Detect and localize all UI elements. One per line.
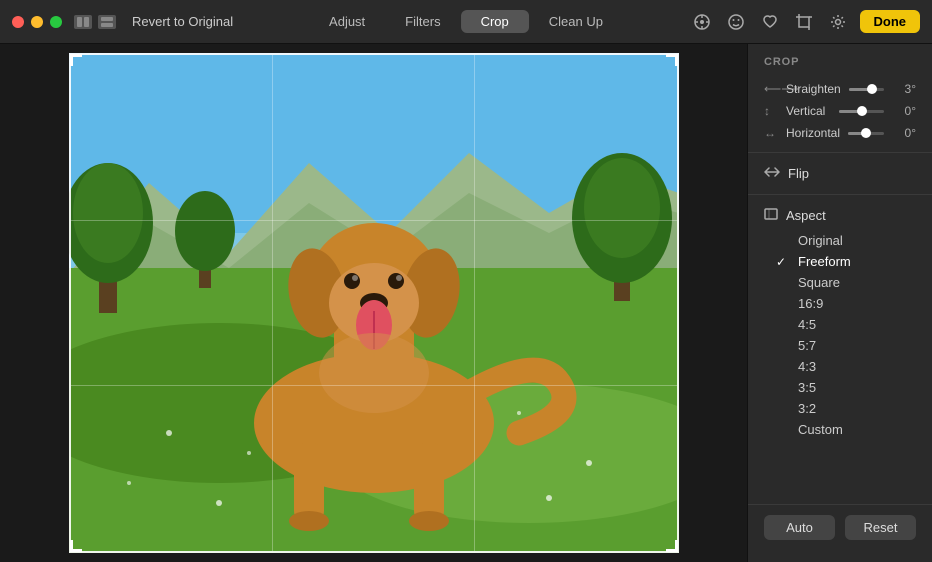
horizontal-row: ↔ Horizontal 0° — [748, 122, 932, 144]
vertical-value: 0° — [892, 104, 916, 118]
panel-bottom: Auto Reset — [748, 504, 932, 550]
reset-button[interactable]: Reset — [845, 515, 916, 540]
tab-cleanup[interactable]: Clean Up — [529, 10, 623, 33]
view-toggle-button[interactable] — [98, 15, 116, 29]
right-panel: CROP ⟵⟶ Straighten 3° ↕ Vertical — [747, 44, 932, 562]
vertical-slider[interactable] — [839, 110, 884, 113]
aspect-item-43[interactable]: 4:3 — [748, 356, 932, 377]
vertical-label: Vertical — [786, 104, 831, 118]
checkmark-35 — [776, 381, 790, 395]
aspect-item-label: 3:2 — [798, 401, 816, 416]
flip-icon — [764, 165, 780, 182]
aspect-item-custom[interactable]: Custom — [748, 419, 932, 440]
straighten-value: 3° — [892, 82, 916, 96]
aspect-item-label: 5:7 — [798, 338, 816, 353]
vertical-icon: ↕ — [764, 104, 778, 118]
vertical-row: ↕ Vertical 0° — [748, 100, 932, 122]
aspect-list: Original ✓ Freeform Square 16:9 4:5 5:7 — [748, 230, 932, 440]
panel-title: CROP — [748, 56, 932, 78]
checkmark-custom — [776, 423, 790, 437]
traffic-lights — [12, 16, 62, 28]
photo-background — [69, 53, 679, 553]
aspect-header[interactable]: Aspect — [748, 203, 932, 230]
checkmark-32 — [776, 402, 790, 416]
maximize-button[interactable] — [50, 16, 62, 28]
aspect-icon — [764, 207, 778, 224]
checkmark-45 — [776, 318, 790, 332]
aspect-item-original[interactable]: Original — [748, 230, 932, 251]
close-button[interactable] — [12, 16, 24, 28]
tab-crop[interactable]: Crop — [461, 10, 529, 33]
crop-icon[interactable] — [792, 10, 816, 34]
checkmark-original — [776, 234, 790, 248]
aspect-item-35[interactable]: 3:5 — [748, 377, 932, 398]
minimize-button[interactable] — [31, 16, 43, 28]
aspect-item-label: Square — [798, 275, 840, 290]
divider-1 — [748, 152, 932, 153]
flip-label: Flip — [788, 166, 809, 181]
checkmark-square — [776, 276, 790, 290]
aspect-item-label: 4:5 — [798, 317, 816, 332]
image-area — [0, 44, 747, 562]
straighten-slider[interactable] — [849, 88, 884, 91]
emoji-icon[interactable] — [724, 10, 748, 34]
horizontal-label: Horizontal — [786, 126, 840, 140]
revert-to-original-button[interactable]: Revert to Original — [132, 14, 233, 29]
main-content: CROP ⟵⟶ Straighten 3° ↕ Vertical — [0, 44, 932, 562]
location-icon[interactable] — [690, 10, 714, 34]
settings-icon[interactable] — [826, 10, 850, 34]
photo-container[interactable] — [69, 53, 679, 553]
titlebar-right: Done — [690, 10, 921, 34]
aspect-label: Aspect — [786, 208, 826, 223]
tab-adjust[interactable]: Adjust — [309, 10, 385, 33]
aspect-item-label: 4:3 — [798, 359, 816, 374]
divider-2 — [748, 194, 932, 195]
nav-tabs: Adjust Filters Crop Clean Up — [309, 10, 623, 33]
aspect-item-32[interactable]: 3:2 — [748, 398, 932, 419]
checkmark-freeform: ✓ — [776, 255, 790, 269]
tab-filters[interactable]: Filters — [385, 10, 460, 33]
horizontal-value: 0° — [892, 126, 916, 140]
horizontal-slider[interactable] — [848, 132, 884, 135]
titlebar: Revert to Original Adjust Filters Crop C… — [0, 0, 932, 44]
auto-button[interactable]: Auto — [764, 515, 835, 540]
sidebar-toggle-button[interactable] — [74, 15, 92, 29]
aspect-item-label: 16:9 — [798, 296, 823, 311]
aspect-item-label: 3:5 — [798, 380, 816, 395]
aspect-item-label: Freeform — [798, 254, 851, 269]
flip-button[interactable]: Flip — [748, 161, 932, 186]
aspect-item-45[interactable]: 4:5 — [748, 314, 932, 335]
aspect-item-freeform[interactable]: ✓ Freeform — [748, 251, 932, 272]
aspect-item-label: Custom — [798, 422, 843, 437]
aspect-item-169[interactable]: 16:9 — [748, 293, 932, 314]
straighten-icon: ⟵⟶ — [764, 82, 778, 96]
horizontal-icon: ↔ — [764, 126, 778, 140]
straighten-label: Straighten — [786, 82, 841, 96]
straighten-row: ⟵⟶ Straighten 3° — [748, 78, 932, 100]
checkmark-57 — [776, 339, 790, 353]
done-button[interactable]: Done — [860, 10, 921, 33]
aspect-item-label: Original — [798, 233, 843, 248]
heart-icon[interactable] — [758, 10, 782, 34]
window-controls — [74, 15, 116, 29]
checkmark-43 — [776, 360, 790, 374]
checkmark-169 — [776, 297, 790, 311]
aspect-item-square[interactable]: Square — [748, 272, 932, 293]
aspect-item-57[interactable]: 5:7 — [748, 335, 932, 356]
